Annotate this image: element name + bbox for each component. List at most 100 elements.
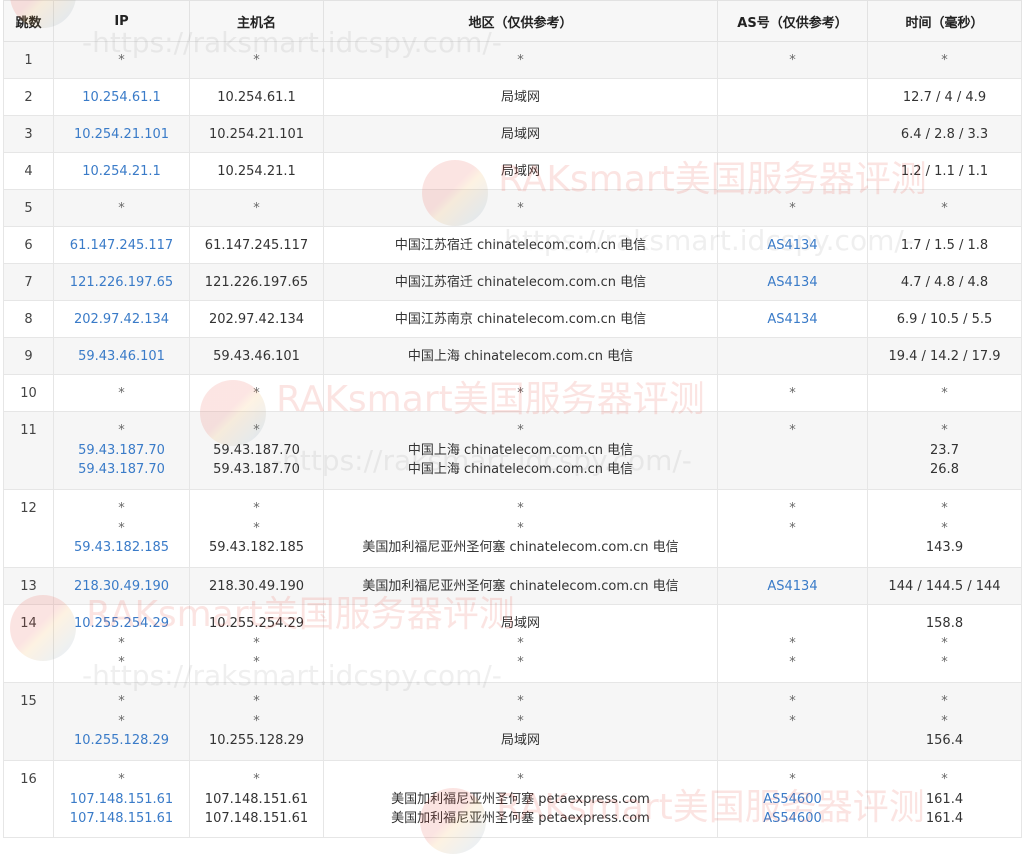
hop-cell: 7 xyxy=(3,263,54,301)
ip-link[interactable]: 218.30.49.190 xyxy=(58,577,185,597)
asn-cell xyxy=(717,78,868,116)
asn-value xyxy=(722,614,863,634)
ip-link[interactable]: 59.43.46.101 xyxy=(58,347,185,367)
ip-link[interactable]: 107.148.151.61 xyxy=(58,809,185,829)
region-value: * xyxy=(517,635,524,651)
ip-link[interactable]: 59.43.187.70 xyxy=(58,441,185,461)
table-row: 8 202.97.42.134 202.97.42.134 中国江苏南京 chinat… xyxy=(3,300,1022,338)
host-value: 59.43.182.185 xyxy=(208,540,305,555)
asn-value xyxy=(722,347,863,367)
region-value: 中国上海 chinatelecom.com.cn 电信 xyxy=(407,442,634,458)
time-value: 12.7 / 4 / 4.9 xyxy=(902,90,987,105)
region-cell: 中国江苏宿迁 chinatelecom.com.cn 电信 xyxy=(323,263,718,301)
asn-link[interactable]: AS4134 xyxy=(722,310,863,330)
header-hostname: 主机名 xyxy=(189,0,324,42)
ip-link[interactable]: 202.97.42.134 xyxy=(58,310,185,330)
asn-value xyxy=(722,538,863,558)
region-cell: 局域网 xyxy=(323,152,718,190)
time-value: * xyxy=(941,201,948,216)
time-value: 23.7 xyxy=(930,442,959,458)
time-value: 156.4 xyxy=(925,733,964,748)
asn-link[interactable]: AS4134 xyxy=(722,273,863,293)
region-cell: 中国江苏南京 chinatelecom.com.cn 电信 xyxy=(323,300,718,338)
region-cell: * 美国加利福尼亚州圣何塞 petaexpress.com 美国加利福尼亚州圣何塞 … xyxy=(323,760,718,838)
hostname-cell: 121.226.197.65 xyxy=(189,263,324,301)
asn-link[interactable]: AS4134 xyxy=(722,577,863,597)
region-cell: 美国加利福尼亚州圣何塞 chinatelecom.com.cn 电信 xyxy=(323,567,718,605)
header-region: 地区（仅供参考） xyxy=(323,0,718,42)
time-cell: 158.8 * * xyxy=(867,604,1022,683)
hop-cell: 16 xyxy=(3,760,54,838)
time-value: 158.8 xyxy=(925,616,964,631)
table-row: 3 10.254.21.101 10.254.21.101 局域网 6.4 / 2.8 … xyxy=(3,115,1022,153)
time-value: * xyxy=(941,772,948,787)
hop-cell: 11 xyxy=(3,411,54,490)
asn-value: * xyxy=(789,694,796,709)
table-row: 7 121.226.197.65 121.226.197.65 中国江苏宿迁 chin… xyxy=(3,263,1022,301)
traceroute-table: 跳数 IP 主机名 地区（仅供参考） AS号（仅供参考） 时间（毫秒） 1 * * *… xyxy=(3,0,1022,838)
hop-cell: 12 xyxy=(3,489,54,568)
ip-link[interactable]: 10.254.61.1 xyxy=(58,88,185,108)
ip-cell: 10.254.61.1 xyxy=(53,78,190,116)
asn-cell: AS4134 xyxy=(717,226,868,264)
asn-link[interactable]: AS4134 xyxy=(722,236,863,256)
hop-cell: 1 xyxy=(3,41,54,79)
hostname-cell: * xyxy=(189,374,324,412)
table-row: 12 * * 59.43.182.185 * * 59.43.182.185 * * 美国加利福尼… xyxy=(3,489,1022,568)
asn-cell xyxy=(717,152,868,190)
region-value: 美国加利福尼亚州圣何塞 petaexpress.com xyxy=(391,811,650,826)
hop-cell: 13 xyxy=(3,567,54,605)
time-value: * xyxy=(941,655,948,670)
asn-value: * xyxy=(789,772,796,787)
time-cell: * xyxy=(867,41,1022,79)
ip-cell: * 107.148.151.61 107.148.151.61 xyxy=(53,760,190,838)
hostname-cell: 10.254.61.1 xyxy=(189,78,324,116)
asn-cell: * xyxy=(717,374,868,412)
time-cell: 6.4 / 2.8 / 3.3 xyxy=(867,115,1022,153)
ip-cell: 61.147.245.117 xyxy=(53,226,190,264)
ip-cell: 218.30.49.190 xyxy=(53,567,190,605)
region-value: 局域网 xyxy=(500,127,540,142)
table-row: 16 * 107.148.151.61 107.148.151.61 * 107.148.… xyxy=(3,760,1022,838)
hop-cell: 2 xyxy=(3,78,54,116)
hostname-cell: 10.254.21.101 xyxy=(189,115,324,153)
ip-value: * xyxy=(118,386,125,401)
region-cell: * 中国上海 chinatelecom.com.cn 电信 中国上海 chinate… xyxy=(323,411,718,490)
region-value: 局域网 xyxy=(500,90,540,105)
asn-cell: * * xyxy=(717,682,868,761)
time-cell: * * 143.9 xyxy=(867,489,1022,568)
asn-cell: * * xyxy=(717,604,868,683)
time-value: 144 / 144.5 / 144 xyxy=(888,579,1001,594)
ip-value: * xyxy=(118,694,125,709)
ip-link[interactable]: 10.255.254.29 xyxy=(58,614,185,634)
table-row: 13 218.30.49.190 218.30.49.190 美国加利福尼亚州圣何塞 … xyxy=(3,567,1022,605)
region-value: 中国上海 chinatelecom.com.cn 电信 xyxy=(407,349,634,364)
ip-link[interactable]: 10.254.21.1 xyxy=(58,162,185,182)
time-value: 161.4 xyxy=(925,811,964,826)
time-value: 6.4 / 2.8 / 3.3 xyxy=(900,127,989,142)
host-value: * xyxy=(253,694,260,709)
asn-link[interactable]: AS54600 xyxy=(722,809,863,829)
hostname-cell: 218.30.49.190 xyxy=(189,567,324,605)
host-value: * xyxy=(253,201,260,216)
ip-link[interactable]: 121.226.197.65 xyxy=(58,273,185,293)
hostname-cell: * 107.148.151.61 107.148.151.61 xyxy=(189,760,324,838)
ip-link[interactable]: 59.43.182.185 xyxy=(58,538,185,558)
hop-cell: 8 xyxy=(3,300,54,338)
host-value: * xyxy=(253,713,260,729)
host-value: 61.147.245.117 xyxy=(204,238,309,253)
region-value: 美国加利福尼亚州圣何塞 chinatelecom.com.cn 电信 xyxy=(362,540,679,555)
ip-link[interactable]: 107.148.151.61 xyxy=(58,790,185,810)
table-row: 15 * * 10.255.128.29 * * 10.255.128.29 * * 局域网 * * *… xyxy=(3,682,1022,761)
ip-link[interactable]: 10.255.128.29 xyxy=(58,731,185,751)
ip-value: * xyxy=(118,520,125,536)
asn-cell: * * xyxy=(717,489,868,568)
hostname-cell: * * 10.255.128.29 xyxy=(189,682,324,761)
ip-link[interactable]: 61.147.245.117 xyxy=(58,236,185,256)
region-value: 中国江苏宿迁 chinatelecom.com.cn 电信 xyxy=(394,275,647,290)
ip-link[interactable]: 10.254.21.101 xyxy=(58,125,185,145)
region-cell: * * 局域网 xyxy=(323,682,718,761)
asn-link[interactable]: AS54600 xyxy=(722,790,863,810)
region-cell: 局域网 xyxy=(323,115,718,153)
ip-link[interactable]: 59.43.187.70 xyxy=(58,460,185,480)
